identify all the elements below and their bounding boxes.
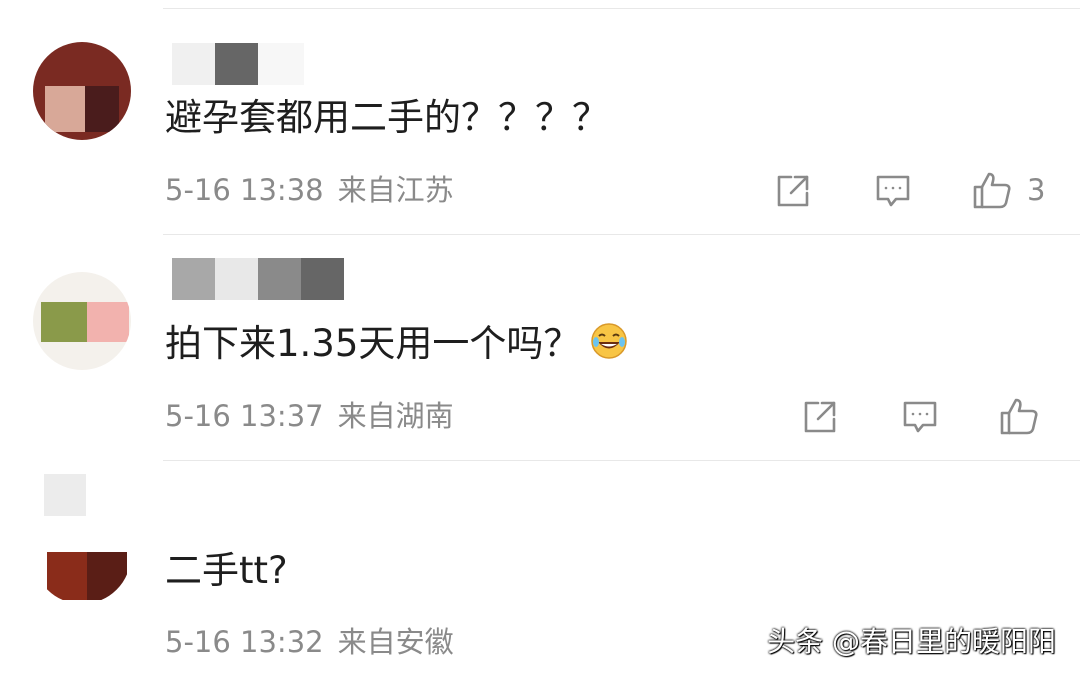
watermark: 头条 @春日里的暖阳阳: [767, 625, 1056, 658]
comment-meta: 5-16 13:37 来自湖南: [165, 396, 454, 436]
reply-button[interactable]: [901, 395, 939, 439]
comment-text: 避孕套都用二手的？？？？: [165, 96, 609, 139]
thumbs-up-icon: [1000, 398, 1038, 435]
comment-text: 拍下来1.35天用一个吗？: [165, 319, 628, 373]
comment-icon: [876, 175, 910, 207]
avatar[interactable]: [33, 272, 131, 370]
avatar[interactable]: [33, 506, 131, 604]
like-count: 3: [1027, 173, 1046, 207]
like-button[interactable]: [998, 394, 1040, 438]
share-icon: [804, 401, 836, 433]
avatar[interactable]: [33, 42, 131, 140]
username-blurred[interactable]: [172, 43, 304, 85]
share-button[interactable]: [801, 395, 839, 439]
like-button[interactable]: 3: [971, 168, 1045, 212]
comment-date: 5-16 13:37: [165, 399, 324, 433]
laughing-tears-emoji: [590, 322, 628, 373]
comment-icon: [903, 401, 937, 433]
top-divider: [163, 8, 1080, 9]
username-blurred[interactable]: [44, 474, 86, 516]
comment-location: 来自湖南: [337, 399, 454, 433]
comment-meta: 5-16 13:32 来自安徽: [165, 622, 454, 662]
comment-text: 二手tt?: [165, 549, 288, 592]
comment-divider: [163, 234, 1080, 235]
reply-button[interactable]: [874, 169, 912, 213]
share-icon: [777, 175, 809, 207]
share-button[interactable]: [774, 169, 812, 213]
comment-location: 来自安徽: [337, 625, 454, 659]
comment-text-body: 拍下来1.35天用一个吗？: [165, 322, 581, 365]
comment-date: 5-16 13:32: [165, 625, 324, 659]
thumbs-up-icon: [973, 172, 1011, 209]
comment-meta: 5-16 13:38 来自江苏: [165, 170, 454, 210]
username-blurred[interactable]: [172, 258, 344, 300]
comment-date: 5-16 13:38: [165, 173, 324, 207]
comment-divider: [163, 460, 1080, 461]
comment-location: 来自江苏: [337, 173, 454, 207]
